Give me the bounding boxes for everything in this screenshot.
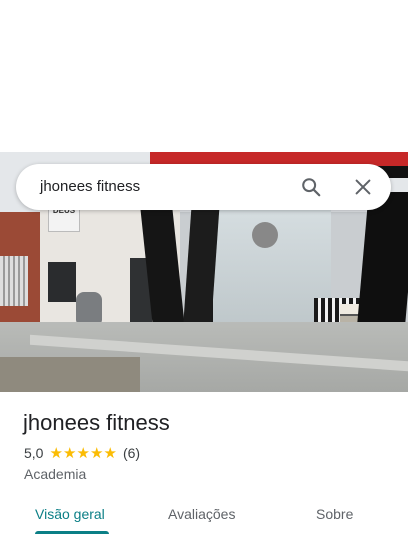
star-icon: ★ (89, 444, 104, 462)
review-count[interactable]: (6) (123, 445, 140, 461)
motorcycle (76, 292, 102, 324)
tab-bar: Visão geral Avaliações Sobre (0, 498, 408, 544)
search-bar[interactable]: jhonees fitness (16, 164, 391, 210)
tab-reviews[interactable]: Avaliações (168, 506, 235, 522)
star-rating: ★ ★ ★ ★ ★ (49, 446, 117, 461)
place-title: jhonees fitness (23, 410, 170, 435)
tab-indicator (35, 531, 109, 534)
close-icon[interactable] (352, 176, 374, 198)
rating-value: 5,0 (24, 445, 44, 461)
blank-area (0, 0, 408, 152)
star-icon: ★ (62, 444, 77, 462)
place-category: Academia (24, 466, 87, 482)
star-icon: ★ (49, 444, 63, 462)
tab-about[interactable]: Sobre (316, 506, 353, 522)
star-icon: ★ (103, 444, 117, 462)
rating-row[interactable]: 5,0 ★ ★ ★ ★ ★ (6) (24, 444, 140, 462)
star-icon: ★ (76, 444, 90, 462)
tab-overview[interactable]: Visão geral (35, 506, 105, 522)
search-input[interactable]: jhonees fitness (40, 178, 140, 195)
search-icon[interactable] (300, 176, 322, 198)
